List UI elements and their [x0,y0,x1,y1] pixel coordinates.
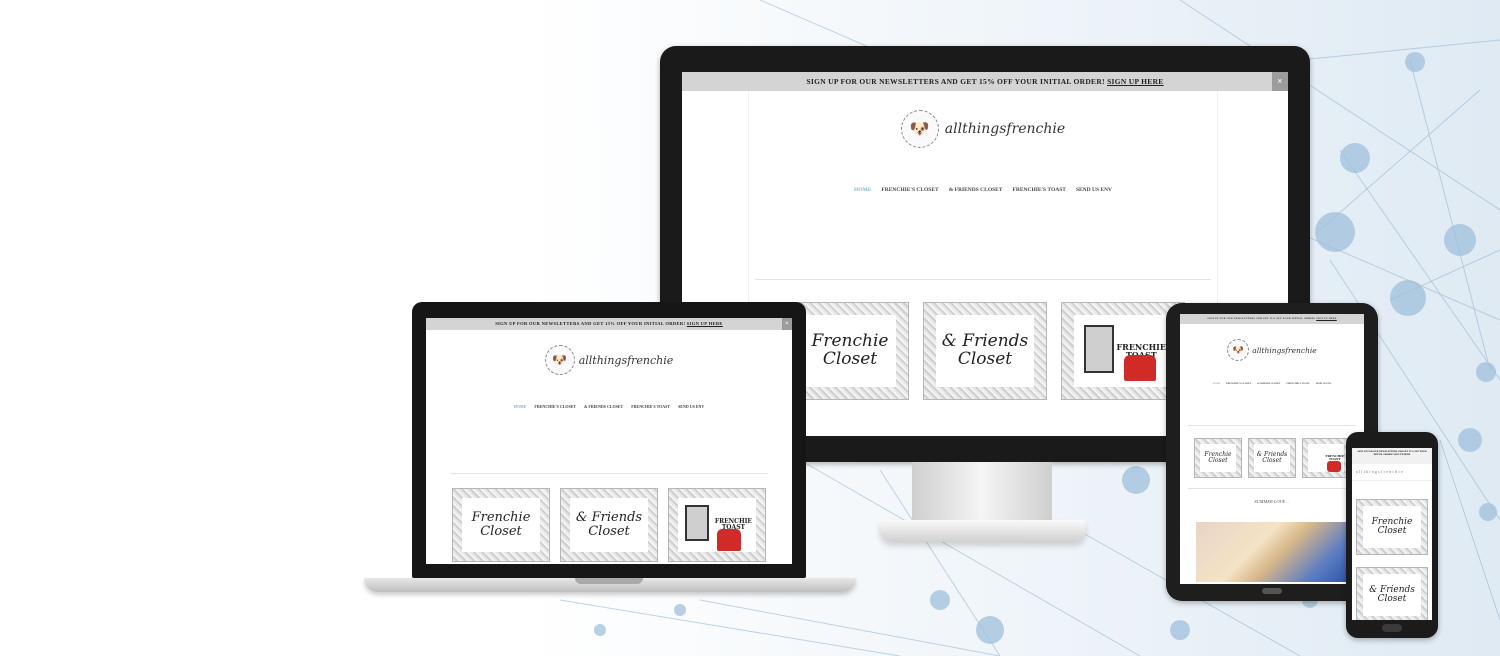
nav-frenchies-closet[interactable]: FRENCHIE'S CLOSET [534,404,576,409]
frame-label: & Friends Closet [1369,584,1415,604]
nav-send-us[interactable]: SEND US ENV [1316,382,1332,385]
main-nav: HOME FRENCHIE'S CLOSET & FRIENDS CLOSET … [749,187,1217,193]
nav-send-us[interactable]: SEND US ENV [678,404,704,409]
section-divider [1188,488,1356,489]
section-divider [755,279,1211,280]
nav-friends-closet[interactable]: & FRIENDS CLOSET [584,404,623,409]
monitor-stand-neck [912,462,1052,522]
newsletter-banner: SIGN UP FOR OUR NEWSLETTERS AND GET 15% … [1352,448,1432,464]
nav-frenchies-closet[interactable]: FRENCHIE'S CLOSET [881,187,938,193]
frame-frenchie-closet[interactable]: Frenchie Closet [452,488,550,562]
banner-text: SIGN UP FOR OUR NEWSLETTERS AND GET 15% … [1207,317,1316,320]
nav-friends-closet[interactable]: & FRIENDS CLOSET [1257,382,1280,385]
category-frames: FrenchieCloset & FriendsCloset FRENCHIET… [1180,438,1364,478]
phone-screen: SIGN UP FOR OUR NEWSLETTERS AND GET 15% … [1352,448,1432,620]
toaster-icon [717,529,741,551]
nav-frenchies-closet[interactable]: FRENCHIE'S CLOSET [1226,382,1251,385]
banner-signup-link[interactable]: SIGN UP HERE [687,321,723,326]
logo-text: allthingsfrenchie [944,121,1066,137]
frame-frenchie-closet[interactable]: Frenchie Closet [1356,499,1428,555]
logo-text: allthingsfrenchie [578,353,674,367]
dog-photo-icon [1084,325,1114,373]
phone-home-button [1382,624,1402,632]
frame-frenchie-toast[interactable]: FRENCHIETOAST [1302,438,1350,478]
frame-label: Frenchie Closet [811,331,889,369]
frame-label: & Friends Closet [1256,450,1288,464]
banner-signup-link[interactable]: SIGN UP HERE [1107,77,1164,86]
nav-home[interactable]: HOME [854,187,871,193]
section-divider [450,473,768,474]
section-heading: SUMMER LOVE ... [1254,499,1290,504]
banner-text: SIGN UP FOR OUR NEWSLETTERS AND GET 15% … [806,77,1105,86]
frame-label: Frenchie Closet [1204,450,1232,464]
frame-friends-closet[interactable]: & Friends Closet [1356,567,1428,620]
newsletter-banner: SIGN UP FOR OUR NEWSLETTERS AND GET 15% … [426,318,792,330]
banner-close-button[interactable]: × [782,318,792,330]
site-logo[interactable]: 🐶 allthingsfrenchie [1180,338,1364,362]
nav-send-us[interactable]: SEND US ENV [1076,187,1112,193]
newsletter-banner: SIGN UP FOR OUR NEWSLETTERS AND GET 15% … [1180,314,1364,324]
toaster-icon [1124,355,1156,381]
main-nav: HOME FRENCHIE'S CLOSET & FRIENDS CLOSET … [426,404,792,409]
frame-friends-closet[interactable]: & Friends Closet [560,488,658,562]
frame-frenchie-closet[interactable]: Frenchie Closet [791,302,909,400]
banner-text: SIGN UP FOR OUR NEWSLETTERS AND GET 15% … [1357,450,1427,457]
monitor-stand-base [880,520,1086,542]
banner-text: SIGN UP FOR OUR NEWSLETTERS AND GET 15% … [495,321,686,326]
banner-signup-link[interactable]: SIGN UP HERE [1394,453,1411,456]
summer-photo[interactable] [1196,522,1348,582]
frame-frenchie-toast[interactable]: FRENCHIETOAST [668,488,766,562]
frame-label: & Friends Closet [941,331,1029,369]
laptop-notch [575,578,643,584]
category-frames: FrenchieCloset & FriendsCloset FRENCHIET… [426,488,792,562]
frame-label: Frenchie Closet [1371,516,1413,536]
logo-text: allthingsfrenchie [1252,345,1317,355]
banner-close-button[interactable]: × [1272,72,1288,91]
nav-frenchies-toast[interactable]: FRENCHIE'S TOAST [1286,382,1309,385]
frame-friends-closet[interactable]: & Friends Closet [923,302,1047,400]
dog-photo-icon [685,505,709,541]
dog-logo-icon: 🐶 [900,110,939,148]
dog-logo-icon: 🐶 [544,345,575,375]
banner-signup-link[interactable]: SIGN UP HERE [1316,317,1336,320]
section-divider [1188,425,1356,426]
nav-frenchies-toast[interactable]: FRENCHIE'S TOAST [1013,187,1066,193]
newsletter-banner: SIGN UP FOR OUR NEWSLETTERS AND GET 15% … [682,72,1288,91]
nav-frenchies-toast[interactable]: FRENCHIE'S TOAST [631,404,670,409]
frame-friends-closet[interactable]: & Friends Closet [1248,438,1296,478]
tablet-home-button [1262,588,1282,594]
frame-label: Frenchie Closet [471,510,531,539]
nav-home[interactable]: HOME [514,404,527,409]
nav-friends-closet[interactable]: & FRIENDS CLOSET [949,187,1003,193]
main-nav: HOME FRENCHIE'S CLOSET & FRIENDS CLOSET … [1180,382,1364,385]
nav-home[interactable]: HOME [1213,382,1221,385]
laptop-screen: SIGN UP FOR OUR NEWSLETTERS AND GET 15% … [426,318,792,564]
frame-label: & Friends Closet [575,510,643,539]
site-logo[interactable]: 🐶 allthingsfrenchie [426,344,792,376]
frame-frenchie-closet[interactable]: Frenchie Closet [1194,438,1242,478]
phone-logo-text[interactable]: allthingsfrenchie [1352,464,1432,481]
toaster-icon [1327,461,1341,472]
tablet-screen: SIGN UP FOR OUR NEWSLETTERS AND GET 15% … [1180,314,1364,584]
dog-logo-icon: 🐶 [1227,339,1250,361]
site-logo[interactable]: 🐶 allthingsfrenchie [749,109,1217,149]
